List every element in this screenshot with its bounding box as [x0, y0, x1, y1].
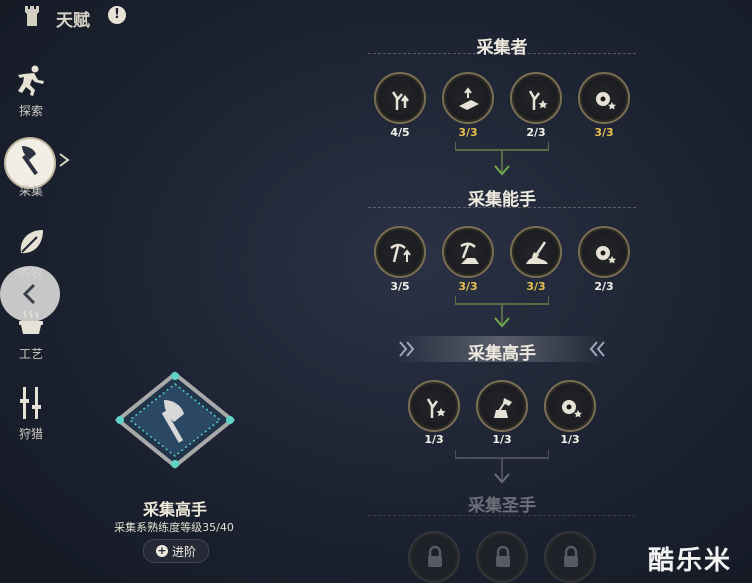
- section-title: 采集圣手: [468, 496, 536, 516]
- talent-node[interactable]: [578, 226, 630, 278]
- branch-arrow-icon: [391, 91, 409, 110]
- lock-icon: [428, 545, 442, 567]
- node-count: 2/3: [526, 126, 546, 139]
- tier-connector: [455, 450, 549, 484]
- advance-button[interactable]: + 进阶: [143, 539, 209, 563]
- talent-node[interactable]: [510, 72, 562, 124]
- locked-talent-node[interactable]: [408, 531, 460, 583]
- section-title: 采集高手: [468, 344, 536, 364]
- plus-icon: +: [155, 544, 168, 557]
- branch-star-icon: [528, 90, 548, 110]
- talent-node[interactable]: [442, 226, 494, 278]
- talent-node[interactable]: [374, 72, 426, 124]
- section-divider: [368, 53, 636, 55]
- talent-node[interactable]: [476, 380, 528, 432]
- proficiency-level: 采集系熟练度等级35/40: [114, 521, 234, 534]
- tier-connector: [455, 142, 549, 176]
- advance-label: 进阶: [171, 544, 196, 559]
- node-count: 3/3: [458, 280, 478, 293]
- node-count: 3/3: [458, 126, 478, 139]
- branch-star-icon: [426, 398, 446, 418]
- tower-icon: [25, 6, 39, 26]
- flower-star-icon: [562, 400, 582, 418]
- pickaxe-arrow-icon: [390, 243, 411, 263]
- flower-star-icon: [596, 246, 616, 264]
- node-count: 3/5: [390, 280, 410, 293]
- shovel-mound-icon: [526, 241, 548, 264]
- axe-emblem-icon: [114, 371, 236, 469]
- talent-node[interactable]: [510, 226, 562, 278]
- talent-node[interactable]: [442, 72, 494, 124]
- info-icon[interactable]: !: [108, 6, 126, 24]
- watermark: 酷乐米: [648, 546, 733, 576]
- sidebar-item-gather[interactable]: 采集: [4, 140, 58, 199]
- talent-node[interactable]: [578, 72, 630, 124]
- sidebar-item-label: 狩猎: [18, 427, 43, 441]
- locked-talent-node[interactable]: [544, 531, 596, 583]
- locked-talent-node[interactable]: [476, 531, 528, 583]
- section-divider: [368, 515, 636, 517]
- sidebar-item-explore[interactable]: 探索: [4, 60, 58, 119]
- sidebar-item-label: 工艺: [18, 347, 43, 361]
- badge-title: 采集高手: [142, 500, 207, 519]
- sidebar-item-label: 采集: [18, 184, 43, 198]
- lock-icon: [564, 545, 578, 567]
- page-title: 天赋: [56, 11, 90, 31]
- stump-axe-icon: [494, 398, 512, 418]
- node-count: 1/3: [424, 433, 444, 446]
- node-count: 4/5: [390, 126, 410, 139]
- talent-node[interactable]: [544, 380, 596, 432]
- leaf-icon: [20, 230, 43, 254]
- chevron-left-icon: [22, 283, 36, 305]
- node-count: 2/3: [594, 280, 614, 293]
- pickaxe-rock-icon: [460, 242, 479, 264]
- running-figure-icon: [18, 65, 44, 96]
- tier-connector: [455, 296, 549, 328]
- cooking-pot-icon: [19, 310, 43, 334]
- log-arrow-icon: [459, 87, 479, 110]
- node-count: 1/3: [560, 433, 580, 446]
- sidebar-item-hunt[interactable]: 狩猎: [4, 383, 58, 442]
- flower-star-icon: [596, 92, 616, 110]
- diamond-marker-icon: [59, 153, 70, 167]
- sidebar-item-label: 探索: [18, 104, 43, 118]
- lock-icon: [496, 545, 510, 567]
- section-divider: [368, 207, 636, 209]
- node-count: 3/3: [594, 126, 614, 139]
- talent-node[interactable]: [374, 226, 426, 278]
- crossbow-icon: [20, 387, 41, 419]
- axe-icon: [22, 146, 38, 176]
- node-count: 1/3: [492, 433, 512, 446]
- talent-node[interactable]: [408, 380, 460, 432]
- node-count: 3/3: [526, 280, 546, 293]
- sidebar-item-craft[interactable]: 工艺: [4, 303, 58, 362]
